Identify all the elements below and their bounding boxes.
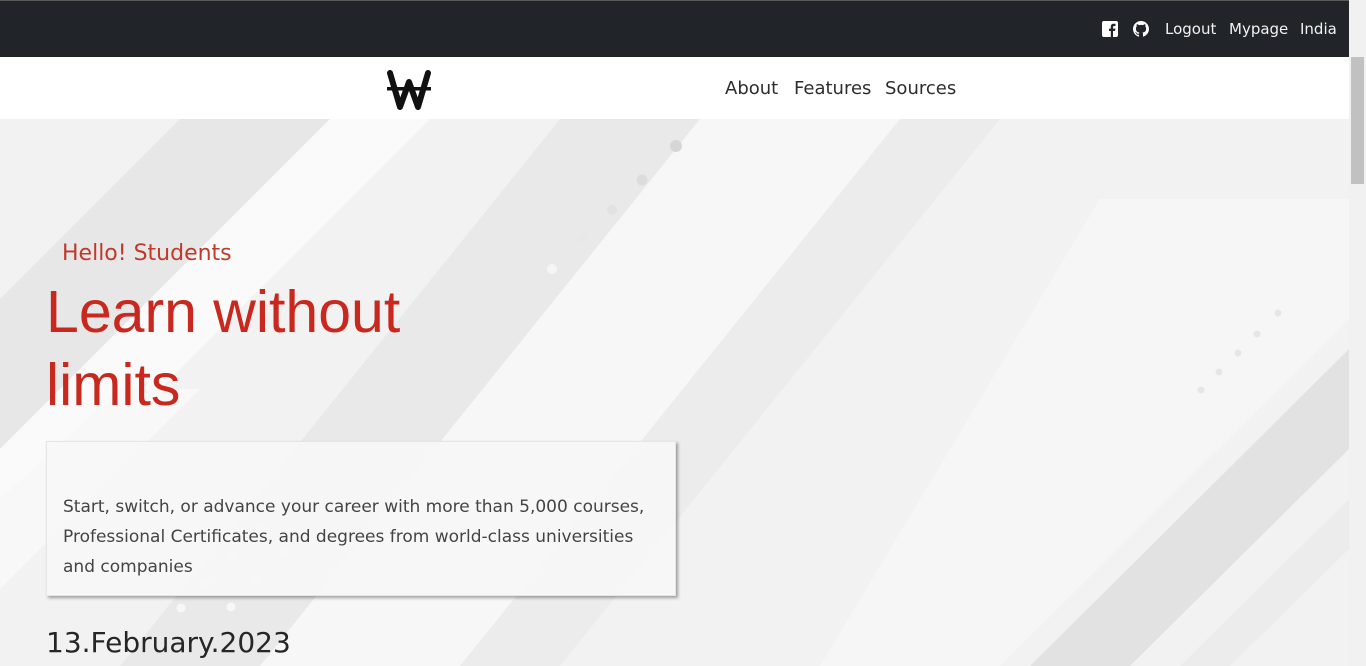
nav-about-link[interactable]: About xyxy=(725,78,778,99)
logout-link[interactable]: Logout xyxy=(1165,20,1216,38)
scrollbar-thumb[interactable] xyxy=(1351,57,1364,184)
hero-date: 13.February.2023 xyxy=(46,626,291,659)
nav-sources-link[interactable]: Sources xyxy=(885,78,956,99)
nav-features-link[interactable]: Features xyxy=(794,78,871,99)
top-bar: Logout Mypage India xyxy=(0,0,1349,57)
hero-description-card: Start, switch, or advance your career wi… xyxy=(46,441,676,596)
github-icon[interactable] xyxy=(1133,21,1149,37)
hero-greeting: Hello! Students xyxy=(62,241,232,266)
won-sign-logo[interactable] xyxy=(387,70,431,110)
region-link[interactable]: India xyxy=(1300,20,1337,38)
vertical-scrollbar[interactable] xyxy=(1349,0,1366,666)
mypage-link[interactable]: Mypage xyxy=(1229,20,1288,38)
hero-headline: Learn without limits xyxy=(46,279,401,418)
main-navbar xyxy=(0,57,1349,119)
hero-description: Start, switch, or advance your career wi… xyxy=(63,497,645,577)
facebook-icon[interactable] xyxy=(1102,21,1118,37)
page-viewport: Logout Mypage India About Features Sourc… xyxy=(0,0,1349,666)
